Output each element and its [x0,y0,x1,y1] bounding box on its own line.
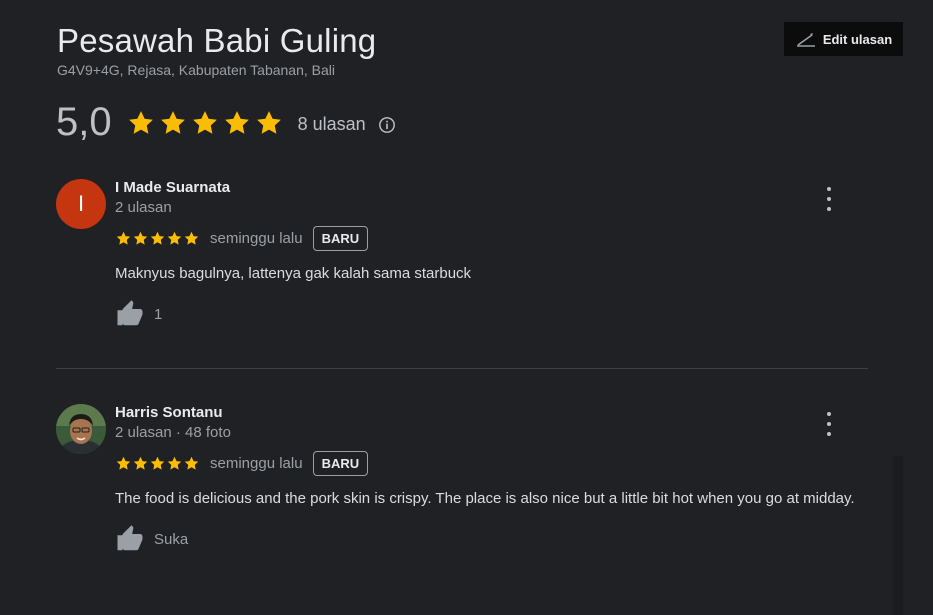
rating-summary: 5,0 8 ulasan [56,100,396,145]
like-button[interactable]: Suka [115,524,865,554]
star-icon [116,456,131,470]
page-title: Pesawah Babi Guling [57,22,377,59]
more-options-icon[interactable] [824,187,834,211]
review-time: seminggu lalu [210,229,303,247]
star-icon [192,110,217,134]
star-icon [160,110,185,134]
reviewer-name[interactable]: Harris Sontanu [115,404,865,422]
like-count: 1 [154,305,163,323]
review-text: The food is delicious and the pork skin … [115,490,855,507]
thumbs-up-icon [115,524,145,554]
review-text: Maknyus bagulnya, lattenya gak kalah sam… [115,265,472,282]
review-time: seminggu lalu [210,454,303,472]
reviewer-name[interactable]: I Made Suarnata [115,179,865,197]
reviewer-meta: 2 ulasan [115,199,172,216]
place-address: G4V9+4G, Rejasa, Kabupaten Tabanan, Bali [57,62,335,78]
avatar-photo [56,404,106,454]
review-item: I I Made Suarnata 2 ulasan seminggu lalu… [56,179,868,339]
star-icon [167,456,182,470]
like-label: Suka [154,530,189,548]
edit-pen-icon [795,30,817,48]
review-divider [56,368,868,369]
star-icon [224,110,249,134]
star-icon [133,231,148,245]
avatar[interactable] [56,404,106,454]
review-item: Harris Sontanu 2 ulasan · 48 foto seming… [56,404,868,604]
like-button[interactable]: 1 [115,299,865,329]
review-rating-line: seminggu lalu BARU [115,225,865,251]
new-badge: BARU [312,225,369,251]
review-body: Harris Sontanu 2 ulasan · 48 foto seming… [115,404,865,554]
star-icon [184,231,199,245]
edit-review-label: Edit ulasan [822,31,893,47]
more-options-icon[interactable] [824,412,834,436]
star-icon [184,456,199,470]
star-icon [116,231,131,245]
star-icon [150,456,165,470]
star-icon [128,110,153,134]
avatar[interactable]: I [56,179,106,229]
review-rating-line: seminggu lalu BARU [115,450,865,476]
star-icon [167,231,182,245]
info-icon[interactable] [378,112,396,134]
edit-review-button[interactable]: Edit ulasan [784,22,903,56]
review-body: I Made Suarnata 2 ulasan seminggu lalu B… [115,179,865,329]
review-count[interactable]: 8 ulasan [298,114,366,135]
star-icon [133,456,148,470]
review-stars [115,230,200,247]
review-stars [115,455,200,472]
star-icon [256,110,281,134]
rating-value: 5,0 [56,100,112,144]
star-icon [150,231,165,245]
new-badge: BARU [312,450,369,476]
reviews-panel: Pesawah Babi Guling G4V9+4G, Rejasa, Kab… [0,0,933,615]
thumbs-up-icon [115,299,145,329]
avatar-letter: I [77,191,85,216]
rating-stars [126,108,284,138]
reviewer-meta: 2 ulasan · 48 foto [115,424,231,441]
scrollbar[interactable] [893,456,903,615]
